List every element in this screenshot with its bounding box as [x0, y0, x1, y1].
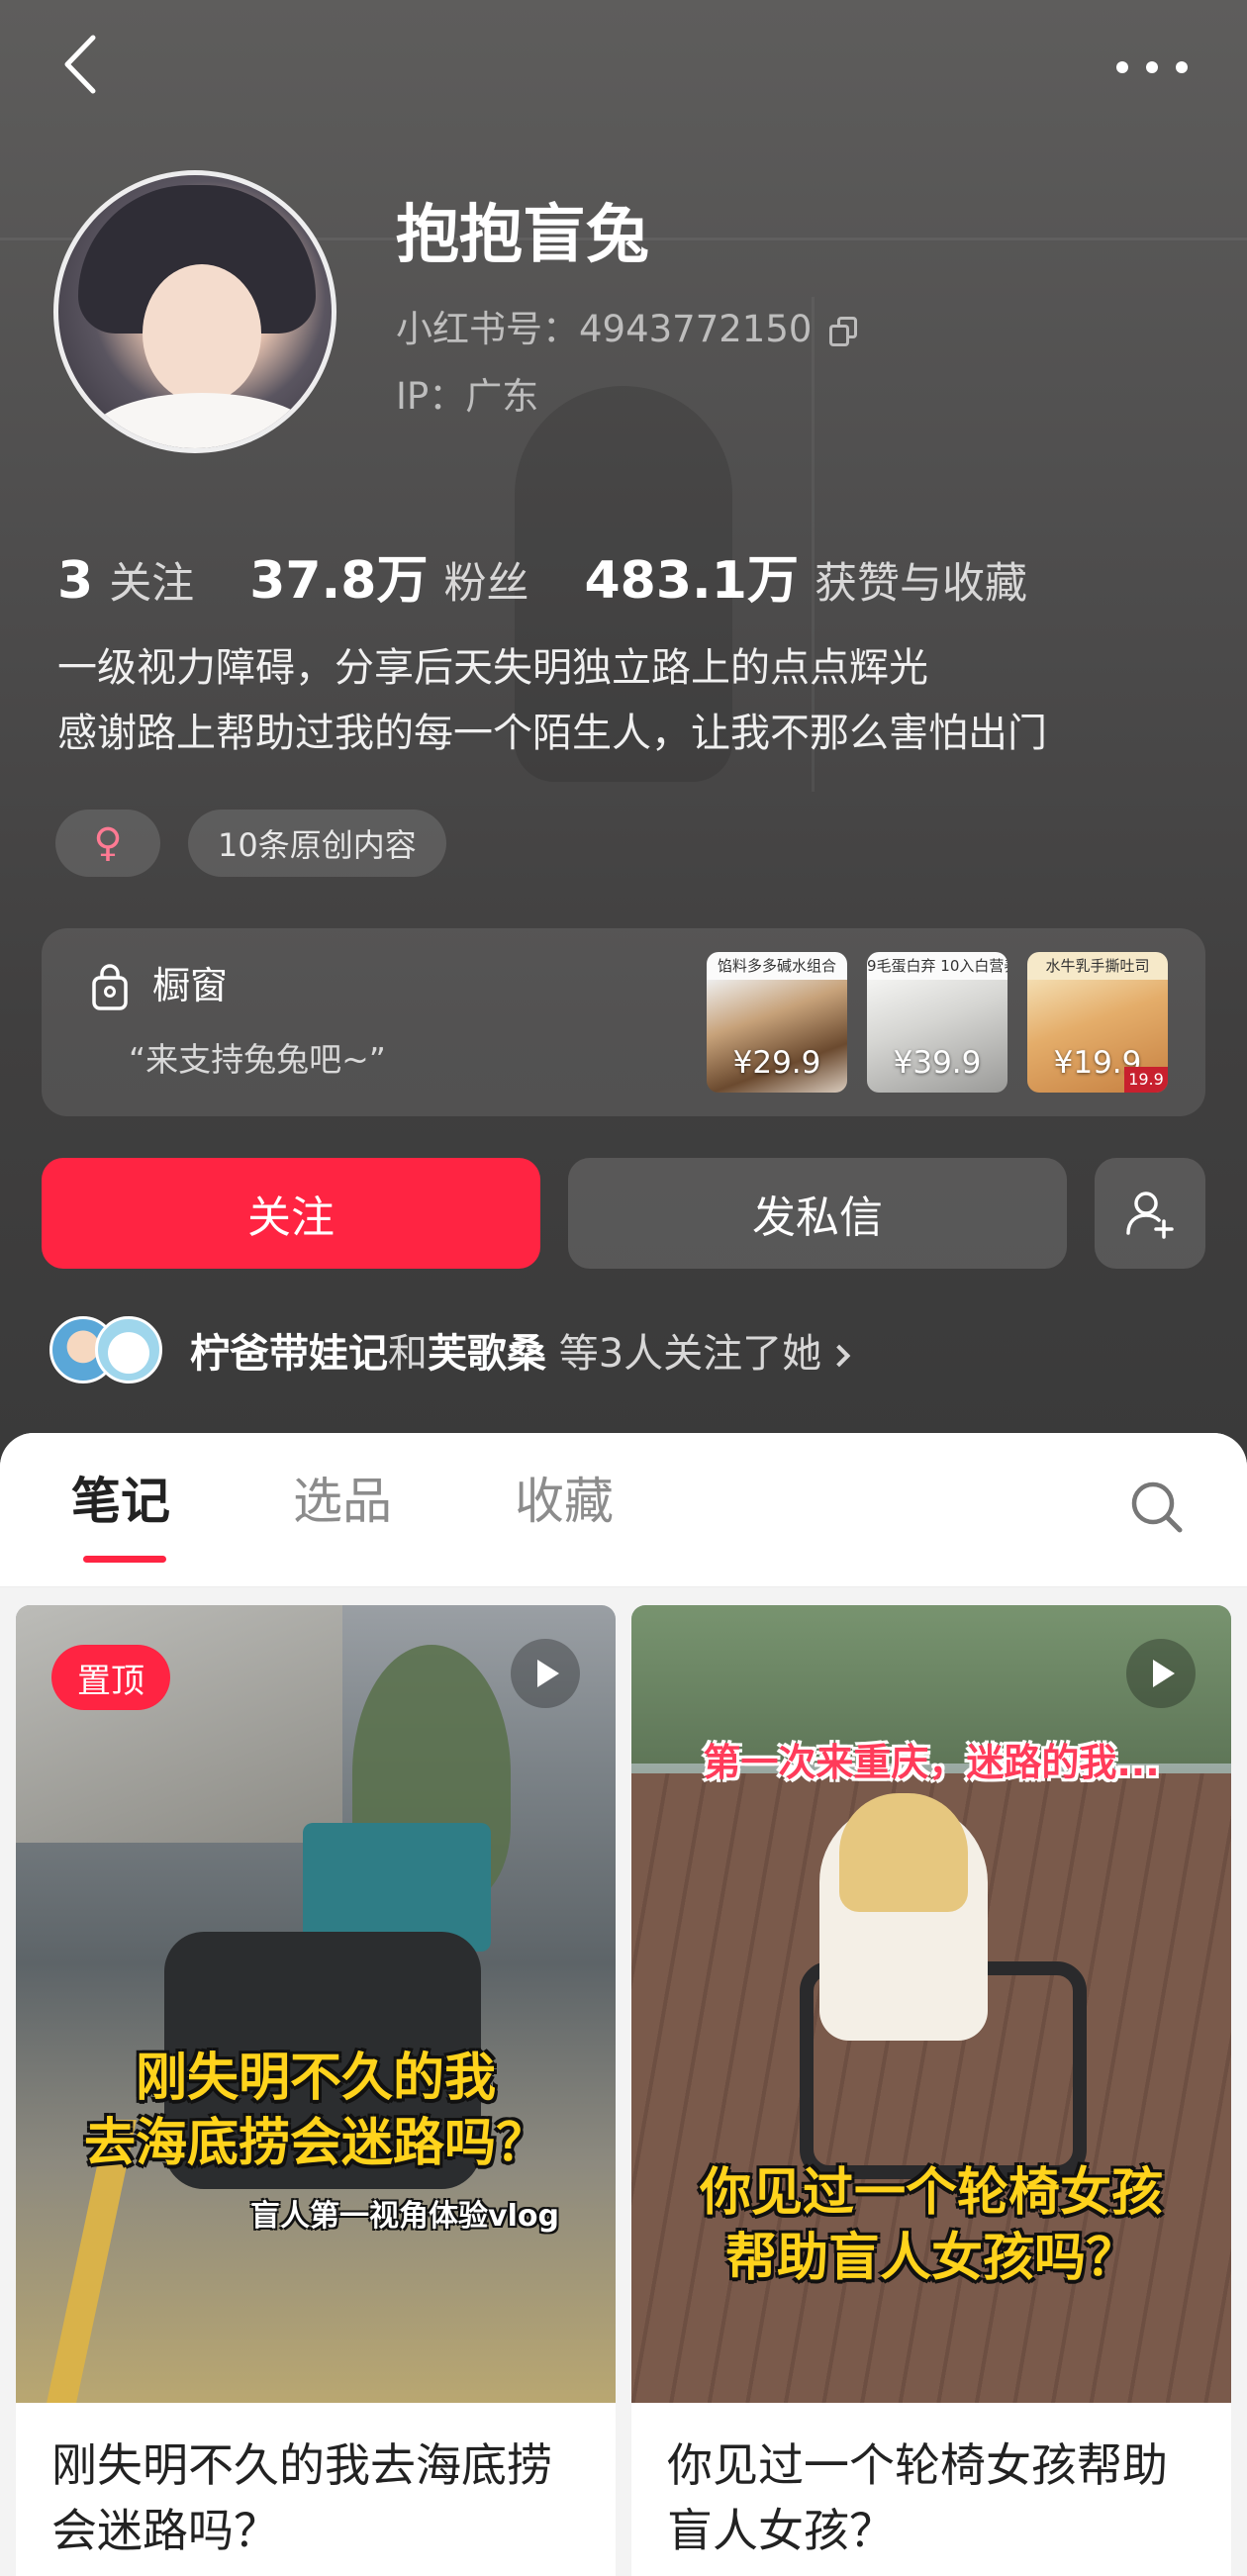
- tab-notes[interactable]: 笔记: [71, 1477, 170, 1526]
- profile-stats: 3 关注 37.8万 粉丝 483.1万 获赞与收藏: [57, 538, 1083, 613]
- showcase-title: 橱窗: [152, 964, 229, 1007]
- product-name: 馅料多多碱水组合: [707, 952, 847, 980]
- mutual-name: 柠爸带娃记: [190, 1331, 388, 1377]
- showcase-slogan: “来支持兔兔吧~”: [129, 1040, 386, 1079]
- note-cover[interactable]: 置顶 刚失明不久的我 去海底捞会迷路吗？ 盲人第一视角体验vlog: [16, 1605, 616, 2403]
- showcase-card[interactable]: 橱窗 “来支持兔兔吧~” 馅料多多碱水组合 ¥29.9 9毛蛋白弃 10入白营养…: [42, 928, 1205, 1116]
- red-id: 小红书号：4943772150: [396, 308, 858, 350]
- avatar[interactable]: [53, 170, 336, 453]
- ip-location: IP：广东: [396, 375, 539, 418]
- stat-number: 3: [57, 551, 94, 611]
- note-card[interactable]: 第一次来重庆，迷路的我... 你见过一个轮椅女孩 帮助盲人女孩吗？ 你见过一个轮…: [631, 1605, 1231, 2576]
- add-friend-button[interactable]: [1095, 1158, 1205, 1269]
- note-cover[interactable]: 第一次来重庆，迷路的我... 你见过一个轮椅女孩 帮助盲人女孩吗？: [631, 1605, 1231, 2403]
- red-id-text: 小红书号：4943772150: [396, 308, 813, 350]
- stat-number: 37.8万: [249, 551, 429, 611]
- cover-text: 第一次来重庆，迷路的我...: [703, 1741, 1160, 1784]
- notes-section: 笔记 选品 收藏 置顶 刚失明不久的我 去海底捞会迷路吗？ 盲人第一视角体验vl…: [0, 1433, 1247, 2576]
- mutual-followers[interactable]: 柠爸带娃记和芙歌桑 等3人关注了她: [49, 1310, 851, 1389]
- back-icon[interactable]: [57, 32, 105, 97]
- cover-text: 你见过一个轮椅女孩: [699, 2163, 1163, 2223]
- stat-following[interactable]: 3 关注: [57, 549, 194, 611]
- product-thumbnail[interactable]: 水牛乳手撕吐司 ¥19.9 19.9: [1027, 952, 1168, 1093]
- product-name: 水牛乳手撕吐司: [1027, 952, 1168, 980]
- stat-followers[interactable]: 37.8万 粉丝: [249, 538, 528, 613]
- tab-products[interactable]: 选品: [293, 1477, 392, 1526]
- product-thumbnail[interactable]: 馅料多多碱水组合 ¥29.9: [707, 952, 847, 1093]
- active-tab-indicator: [83, 1556, 166, 1563]
- mutual-name: 芙歌桑: [428, 1331, 546, 1377]
- product-name: 9毛蛋白弃 10入白营养: [867, 952, 1007, 980]
- mutual-text: 柠爸带娃记和芙歌桑 等3人关注了她: [190, 1321, 851, 1379]
- stat-likes-collects[interactable]: 483.1万 获赞与收藏: [585, 538, 1027, 613]
- message-button[interactable]: 发私信: [568, 1158, 1067, 1269]
- bio-line: 感谢路上帮助过我的每一个陌生人，让我不那么害怕出门: [57, 711, 1047, 756]
- copy-icon[interactable]: [829, 316, 858, 346]
- profile-header: 抱抱盲兔 小红书号：4943772150 IP：广东 3 关注 37.8万 粉丝…: [0, 0, 1247, 1465]
- add-user-icon: [1126, 1192, 1174, 1239]
- product-price: ¥29.9: [732, 1045, 821, 1081]
- tab-bar: 笔记 选品 收藏: [0, 1433, 1247, 1587]
- original-content-tag: 10条原创内容: [188, 810, 446, 877]
- cover-text: 帮助盲人女孩吗？: [724, 2229, 1137, 2288]
- profile-name: 抱抱盲兔: [396, 199, 649, 272]
- video-play-icon: [1126, 1639, 1196, 1708]
- stat-label: 粉丝: [443, 559, 529, 609]
- search-icon[interactable]: [1126, 1477, 1186, 1536]
- avatar: [95, 1316, 162, 1383]
- note-card[interactable]: 置顶 刚失明不久的我 去海底捞会迷路吗？ 盲人第一视角体验vlog 刚失明不久的…: [16, 1605, 616, 2576]
- cover-subtext: 盲人第一视角体验vlog: [250, 2199, 559, 2234]
- chevron-right-icon: [827, 1344, 851, 1368]
- stat-label: 关注: [109, 559, 195, 609]
- stat-label: 获赞与收藏: [814, 559, 1027, 609]
- mutual-conjunction: 和: [388, 1331, 428, 1377]
- note-title: 刚失明不久的我去海底捞会迷路吗？: [51, 2438, 552, 2557]
- more-options-icon[interactable]: [1116, 48, 1188, 87]
- mutual-suffix: 等3人关注了她: [558, 1331, 822, 1377]
- video-play-icon: [511, 1639, 580, 1708]
- stat-number: 483.1万: [584, 551, 799, 611]
- pinned-badge: 置顶: [51, 1645, 170, 1710]
- note-title: 你见过一个轮椅女孩帮助盲人女孩？: [667, 2438, 1168, 2557]
- profile-tags: ♀ 10条原创内容: [55, 810, 474, 877]
- gender-female-icon: ♀: [55, 810, 160, 877]
- cover-text: 刚失明不久的我: [135, 2049, 496, 2108]
- follow-button[interactable]: 关注: [42, 1158, 540, 1269]
- price-sticker: 19.9: [1124, 1067, 1168, 1093]
- shopping-bag-icon: [91, 964, 129, 1011]
- product-thumbnail[interactable]: 9毛蛋白弃 10入白营养 ¥39.9: [867, 952, 1007, 1093]
- bio-line: 一级视力障碍，分享后天失明独立路上的点点辉光: [57, 645, 928, 691]
- product-price: ¥39.9: [893, 1045, 982, 1081]
- tab-collections[interactable]: 收藏: [515, 1477, 614, 1526]
- cover-text: 去海底捞会迷路吗？: [83, 2114, 547, 2173]
- bio: 一级视力障碍，分享后天失明独立路上的点点辉光 感谢路上帮助过我的每一个陌生人，让…: [57, 635, 1047, 766]
